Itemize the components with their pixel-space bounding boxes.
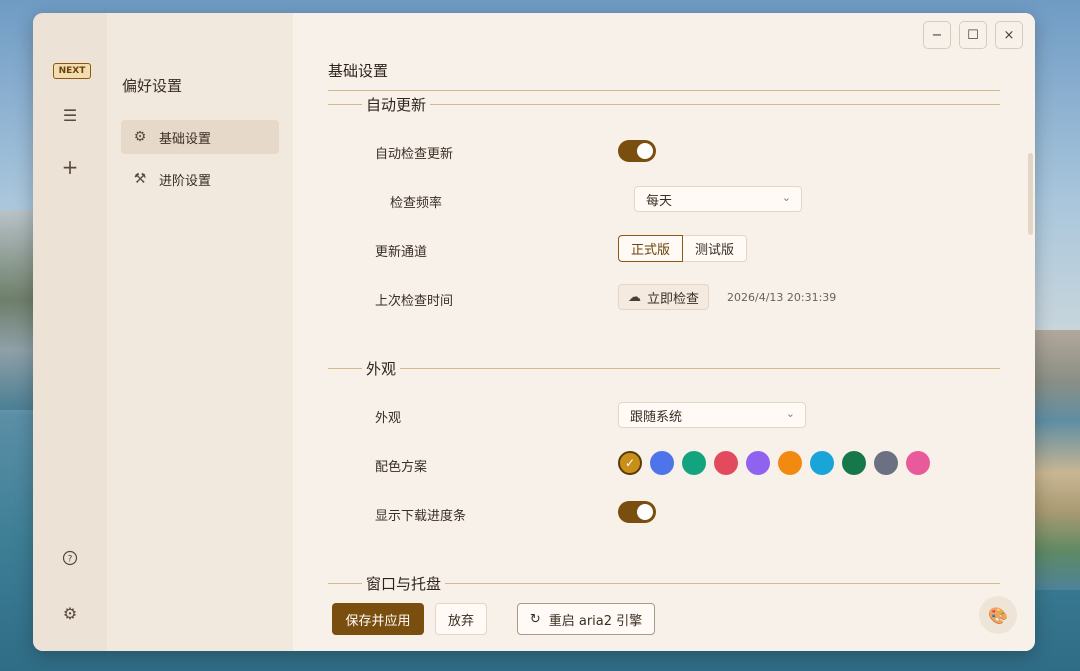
scrollbar[interactable] <box>1028 153 1033 235</box>
refresh-icon: ↻ <box>529 611 541 627</box>
show-progress-toggle[interactable] <box>618 501 656 523</box>
frequency-select[interactable]: 每天 ⌄ <box>634 186 802 212</box>
toggle-knob <box>637 504 653 520</box>
save-apply-button[interactable]: 保存并应用 <box>332 603 424 635</box>
frequency-value: 每天 <box>646 193 673 209</box>
maximize-button[interactable]: ☐ <box>959 21 987 49</box>
appearance-select[interactable]: 跟随系统 ⌄ <box>618 402 806 428</box>
settings-icon: ⚙ <box>62 603 78 623</box>
color-swatch[interactable] <box>906 451 930 475</box>
sidebar-title: 偏好设置 <box>122 77 183 95</box>
color-swatch[interactable] <box>714 451 738 475</box>
page-title: 基础设置 <box>328 62 389 80</box>
preferences-sidebar: 偏好设置 ⚙ 基础设置 ⚒ 进阶设置 <box>107 13 293 651</box>
restart-aria2-button[interactable]: ↻ 重启 aria2 引擎 <box>517 603 655 635</box>
channel-option-beta[interactable]: 测试版 <box>683 235 748 262</box>
section-divider <box>328 368 1000 369</box>
minimize-button[interactable]: − <box>923 21 951 49</box>
app-window: NEXT ☰ + ? ⚙ 偏好设置 ⚙ 基础设置 ⚒ 进阶设置 − ☐ × 基础… <box>33 13 1035 651</box>
color-swatch[interactable] <box>778 451 802 475</box>
last-check-label: 上次检查时间 <box>375 294 454 309</box>
check-now-button[interactable]: ☁ 立即检查 <box>618 284 710 310</box>
section-title: 窗口与托盘 <box>362 573 446 594</box>
sidebar-item-advanced[interactable]: ⚒ 进阶设置 <box>121 162 279 196</box>
preferences-button[interactable]: ⚙ <box>33 597 107 629</box>
cloud-upload-icon: ☁ <box>628 289 641 305</box>
section-window-tray: 窗口与托盘 <box>328 573 1000 594</box>
section-appearance: 外观 <box>328 358 1000 379</box>
theme-palette-button[interactable]: 🎨 <box>979 596 1017 634</box>
help-button[interactable]: ? <box>33 544 107 576</box>
icon-rail: NEXT ☰ + ? ⚙ <box>33 13 107 651</box>
appearance-label: 外观 <box>375 411 402 426</box>
chevron-down-icon: ⌄ <box>785 407 795 420</box>
help-icon: ? <box>62 550 78 570</box>
section-auto-update: 自动更新 <box>328 94 1000 115</box>
chevron-down-icon: ⌄ <box>781 191 791 204</box>
sidebar-item-label: 基础设置 <box>159 131 212 147</box>
section-title: 自动更新 <box>362 94 431 115</box>
list-icon: ☰ <box>62 105 78 125</box>
color-swatch[interactable] <box>746 451 770 475</box>
appearance-value: 跟随系统 <box>630 409 683 425</box>
add-task-button[interactable]: + <box>33 151 107 183</box>
add-icon: + <box>61 155 79 179</box>
title-divider <box>328 90 1000 91</box>
color-swatch[interactable] <box>650 451 674 475</box>
frequency-label: 检查频率 <box>390 196 443 211</box>
color-swatch[interactable] <box>810 451 834 475</box>
sidebar-item-label: 进阶设置 <box>159 173 212 189</box>
auto-check-toggle[interactable] <box>618 140 656 162</box>
color-swatch[interactable] <box>682 451 706 475</box>
discard-button[interactable]: 放弃 <box>435 603 487 635</box>
color-swatch-selected[interactable]: ✓ <box>618 451 642 475</box>
toggle-knob <box>637 143 653 159</box>
channel-label: 更新通道 <box>375 245 428 260</box>
channel-option-stable[interactable]: 正式版 <box>618 235 684 262</box>
palette-icon: 🎨 <box>988 605 1008 625</box>
auto-check-label: 自动检查更新 <box>375 147 454 162</box>
check-now-label: 立即检查 <box>647 291 700 307</box>
minimize-icon: − <box>931 27 943 43</box>
close-button[interactable]: × <box>995 21 1023 49</box>
tools-icon: ⚒ <box>133 171 147 187</box>
gear-icon: ⚙ <box>133 129 147 145</box>
color-swatch[interactable] <box>874 451 898 475</box>
maximize-icon: ☐ <box>967 27 979 43</box>
last-check-time: 2026/4/13 20:31:39 <box>727 291 837 304</box>
color-swatch[interactable] <box>842 451 866 475</box>
sidebar-item-basic[interactable]: ⚙ 基础设置 <box>121 120 279 154</box>
section-title: 外观 <box>362 358 401 379</box>
close-icon: × <box>1003 27 1015 43</box>
settings-panel: − ☐ × 基础设置 自动更新 自动检查更新 检查频率 每天 ⌄ 更新通道 正式… <box>293 13 1035 651</box>
restart-label: 重启 aria2 引擎 <box>548 613 643 629</box>
svg-text:?: ? <box>68 555 73 565</box>
check-icon: ✓ <box>624 456 636 470</box>
color-scheme-label: 配色方案 <box>375 460 428 475</box>
app-logo: NEXT <box>53 63 91 79</box>
task-list-button[interactable]: ☰ <box>33 99 107 131</box>
channel-segmented-control: 正式版 测试版 <box>618 235 748 262</box>
show-progress-label: 显示下载进度条 <box>375 509 467 524</box>
